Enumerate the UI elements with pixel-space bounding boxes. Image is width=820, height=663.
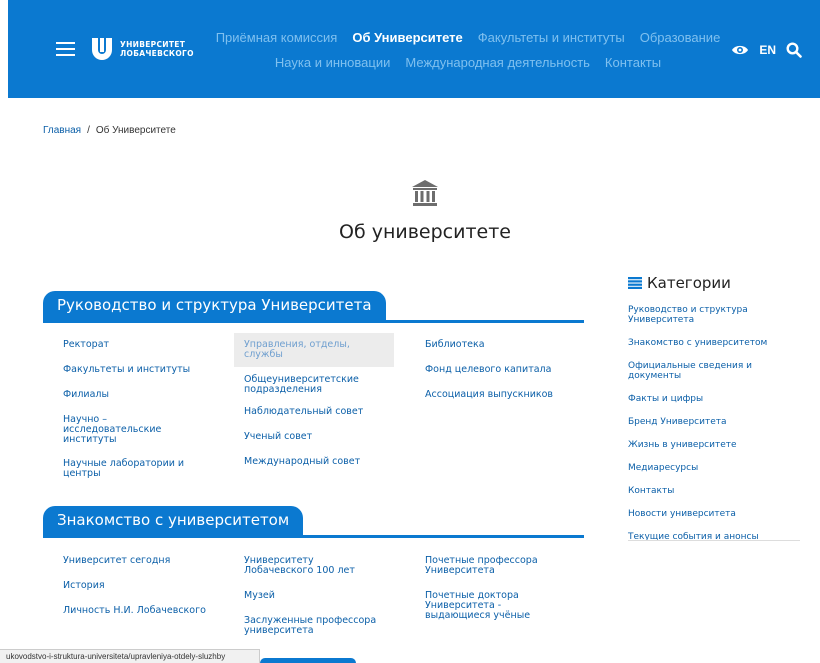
section-column-2: Управления, отделы, службы Общеуниверсит… — [234, 333, 394, 467]
page-title: Об университете — [339, 221, 511, 243]
link-research-labs[interactable]: Научные лаборатории и центры — [63, 459, 193, 479]
categories-title: Категории — [647, 274, 731, 292]
link-museum[interactable]: Музей — [244, 591, 394, 601]
link-university-today[interactable]: Университет сегодня — [63, 556, 223, 566]
category-news[interactable]: Новости университета — [628, 509, 800, 519]
category-structure[interactable]: Руководство и структура Университета — [628, 305, 768, 325]
link-100-years[interactable]: Университету Лобачевского 100 лет — [244, 556, 369, 576]
link-endowment[interactable]: Фонд целевого капитала — [425, 365, 585, 375]
category-brand[interactable]: Бренд Университета — [628, 417, 800, 427]
nav-education[interactable]: Образование — [640, 30, 721, 45]
section-divider — [43, 535, 584, 538]
link-research-institutes[interactable]: Научно – исследовательские институты — [63, 415, 183, 445]
language-switch[interactable]: EN — [759, 43, 776, 57]
site-header: УНИВЕРСИТЕТ ЛОБАЧЕВСКОГО Приёмная комисс… — [8, 0, 820, 98]
nav-contacts[interactable]: Контакты — [605, 55, 661, 70]
link-library[interactable]: Библиотека — [425, 340, 585, 350]
categories-list: Руководство и структура Университета Зна… — [628, 305, 800, 555]
section-divider — [43, 320, 584, 323]
logo-line2: ЛОБАЧЕВСКОГО — [120, 49, 194, 58]
link-history[interactable]: История — [63, 581, 223, 591]
next-section-tab — [260, 658, 356, 663]
breadcrumb-current: Об Университете — [95, 125, 176, 136]
breadcrumb-home[interactable]: Главная — [43, 125, 81, 136]
nav-faculties[interactable]: Факультеты и институты — [478, 30, 625, 45]
link-rectorate[interactable]: Ректорат — [63, 340, 223, 350]
link-general-divisions[interactable]: Общеуниверситетские подразделения — [244, 375, 374, 395]
link-supervisory-board[interactable]: Наблюдательный совет — [244, 407, 394, 417]
link-lobachevsky[interactable]: Личность Н.И. Лобачевского — [63, 606, 223, 616]
section-column-1: Университет сегодня История Личность Н.И… — [63, 556, 223, 616]
link-international-council[interactable]: Международный совет — [244, 457, 394, 467]
nav-about[interactable]: Об Университете — [352, 30, 462, 45]
category-contacts[interactable]: Контакты — [628, 486, 800, 496]
search-icon[interactable] — [786, 42, 802, 58]
logo-mark-icon — [92, 38, 112, 60]
link-alumni[interactable]: Ассоциация выпускников — [425, 390, 585, 400]
menu-icon[interactable] — [56, 42, 75, 56]
university-building-icon — [412, 180, 438, 206]
category-official-info[interactable]: Официальные сведения и документы — [628, 361, 800, 381]
section-column-3: Почетные профессора Университета Почетны… — [425, 556, 565, 621]
section-column-3: Библиотека Фонд целевого капитала Ассоци… — [425, 340, 585, 400]
status-bar-url: ukovodstvo-i-struktura-universiteta/upra… — [0, 649, 260, 663]
categories-header: Категории — [628, 274, 731, 292]
university-logo[interactable]: УНИВЕРСИТЕТ ЛОБАЧЕВСКОГО — [90, 36, 194, 62]
eye-icon[interactable] — [731, 44, 749, 56]
main-nav: Приёмная комиссия Об Университете Факуль… — [208, 30, 728, 80]
section-title[interactable]: Знакомство с университетом — [43, 506, 304, 535]
breadcrumb-separator: / — [87, 125, 90, 136]
nav-admission[interactable]: Приёмная комиссия — [216, 30, 338, 45]
category-facts[interactable]: Факты и цифры — [628, 394, 800, 404]
nav-science[interactable]: Наука и инновации — [275, 55, 390, 70]
list-icon — [628, 277, 642, 289]
breadcrumb: Главная / Об Университете — [43, 125, 176, 136]
link-academic-council[interactable]: Ученый совет — [244, 432, 394, 442]
categories-divider — [628, 540, 800, 541]
link-departments[interactable]: Управления, отделы, службы — [234, 333, 394, 367]
link-honorary-professors[interactable]: Почетные профессора Университета — [425, 556, 550, 576]
logo-line1: УНИВЕРСИТЕТ — [120, 40, 186, 49]
section-column-1: Ректорат Факультеты и институты Филиалы … — [63, 340, 223, 479]
section-column-2: Университету Лобачевского 100 лет Музей … — [244, 556, 394, 636]
link-honorary-doctors[interactable]: Почетные доктора Университета - выдающие… — [425, 591, 547, 621]
link-branches[interactable]: Филиалы — [63, 390, 223, 400]
nav-international[interactable]: Международная деятельность — [405, 55, 590, 70]
category-media[interactable]: Медиаресурсы — [628, 463, 800, 473]
section-title[interactable]: Руководство и структура Университета — [43, 291, 386, 320]
link-faculties[interactable]: Факультеты и институты — [63, 365, 223, 375]
category-life[interactable]: Жизнь в университете — [628, 440, 800, 450]
link-honored-professors[interactable]: Заслуженные профессора университета — [244, 616, 389, 636]
category-intro[interactable]: Знакомство с университетом — [628, 338, 800, 348]
